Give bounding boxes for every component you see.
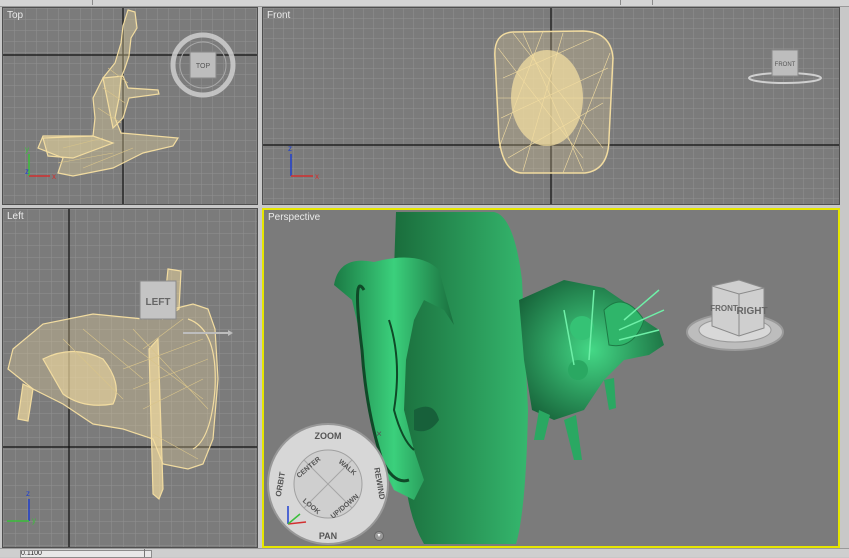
axis-z-label: z [26, 489, 30, 498]
wheel-menu-button[interactable]: ▾ [374, 531, 384, 541]
viewport-scene: y x z TOP [3, 8, 257, 204]
viewcube-face-label: LEFT [146, 297, 171, 308]
axis-y-label: y [32, 516, 36, 525]
toolbar-segment[interactable] [0, 0, 93, 5]
toolbar-segment[interactable] [540, 0, 621, 5]
axis-y-label: y [25, 145, 29, 154]
viewport-front[interactable]: Front z x FRONT [262, 7, 840, 205]
viewport-top[interactable]: Top y x z TOP [2, 7, 258, 205]
viewport-label[interactable]: Front [267, 10, 290, 21]
axis-x-label: x [52, 172, 56, 181]
viewport-left[interactable]: Left LEFT z y [2, 208, 258, 548]
axis-x-label: x [315, 172, 319, 181]
top-toolbar-strip [0, 0, 849, 7]
viewcube-face-label: FRONT [775, 62, 796, 68]
axis-z-label: z [288, 144, 292, 153]
viewcube-face-label: RIGHT [736, 306, 767, 317]
viewcube-face-label: FRONT [710, 304, 738, 313]
viewport-label[interactable]: Perspective [268, 212, 320, 223]
wheel-pan[interactable]: PAN [319, 531, 337, 541]
viewport-scene: z x FRONT [263, 8, 839, 204]
viewcube-face-label: TOP [196, 63, 211, 70]
wheel-zoom[interactable]: ZOOM [315, 431, 342, 441]
wheel-close-button[interactable]: × [374, 430, 384, 440]
axis-z-label: z [25, 167, 29, 176]
steering-wheel[interactable]: ZOOM PAN ORBIT REWIND CENTER WALK LOOK U… [266, 422, 390, 546]
viewport-label[interactable]: Top [7, 10, 23, 21]
wireframe-model [494, 30, 614, 174]
toolbar-segment[interactable] [622, 0, 653, 5]
viewport-label[interactable]: Left [7, 211, 24, 222]
status-field[interactable]: 0.1100 [20, 550, 152, 558]
viewport-scene: LEFT z y [3, 209, 257, 547]
